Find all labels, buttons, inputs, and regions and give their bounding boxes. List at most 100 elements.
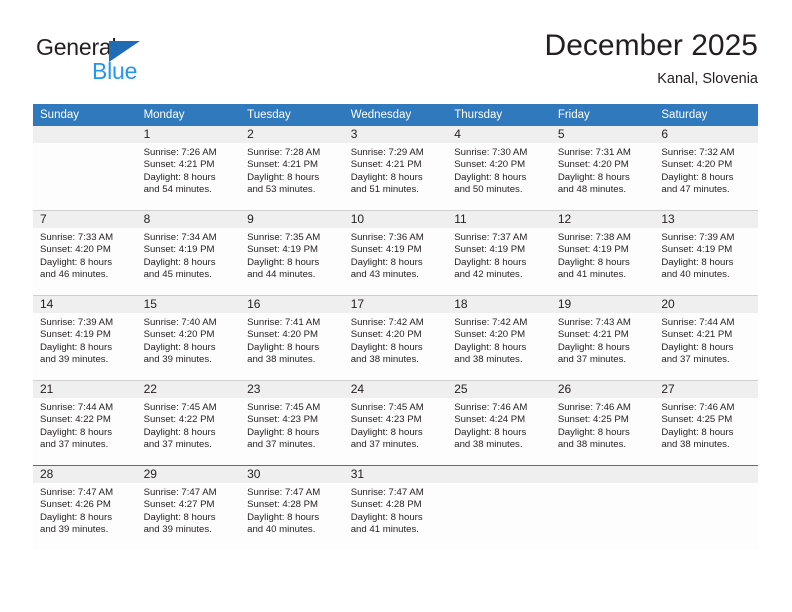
daylight-text-line2: and 38 minutes. (661, 439, 730, 451)
daylight-text-line2: and 41 minutes. (557, 269, 627, 281)
day-cell-content: 29 Sunrise: 7:47 AM Sunset: 4:27 PM Dayligh… (136, 466, 241, 550)
sunrise-text: Sunrise: 7:35 AM (247, 232, 321, 243)
day-number: 15 (136, 296, 241, 313)
daylight-text-line1: Daylight: 8 hours (557, 341, 630, 353)
day-cell-content: 21 Sunrise: 7:44 AM Sunset: 4:22 PM Dayligh… (33, 381, 137, 465)
calendar-day-cell[interactable]: 10 Sunrise: 7:36 AM Sunset: 4:19 PM Dayligh… (343, 210, 448, 296)
calendar-day-cell[interactable]: 25 Sunrise: 7:46 AM Sunset: 4:24 PM Dayligh… (447, 380, 551, 466)
day-cell-content: 25 Sunrise: 7:46 AM Sunset: 4:24 PM Dayligh… (447, 381, 551, 465)
calendar-day-cell[interactable]: 29 Sunrise: 7:47 AM Sunset: 4:27 PM Dayligh… (136, 465, 241, 550)
day-details: Sunrise: 7:39 AM Sunset: 4:19 PM Daylight:… (33, 313, 137, 367)
day-cell-content (33, 126, 137, 210)
day-details: Sunrise: 7:46 AM Sunset: 4:25 PM Daylight:… (551, 398, 655, 452)
day-number: 4 (447, 126, 551, 143)
calendar-day-cell[interactable]: 11 Sunrise: 7:37 AM Sunset: 4:19 PM Dayligh… (447, 210, 551, 296)
daylight-text-line2: and 38 minutes. (454, 354, 523, 366)
daylight-text-line2: and 43 minutes. (350, 269, 419, 281)
calendar-day-cell[interactable]: 17 Sunrise: 7:42 AM Sunset: 4:20 PM Dayligh… (343, 295, 448, 381)
calendar-day-cell[interactable]: 5 Sunrise: 7:31 AM Sunset: 4:20 PM Daylight… (550, 126, 655, 211)
daylight-text-line1: Daylight: 8 hours (557, 426, 630, 438)
day-cell-content: 30 Sunrise: 7:47 AM Sunset: 4:28 PM Dayligh… (240, 466, 344, 550)
calendar-day-cell[interactable]: 26 Sunrise: 7:46 AM Sunset: 4:25 PM Dayligh… (550, 380, 655, 466)
daylight-text-line2: and 53 minutes. (247, 184, 316, 196)
sunset-text: Sunset: 4:19 PM (247, 244, 319, 256)
daylight-text-line1: Daylight: 8 hours (661, 171, 734, 183)
day-cell-content: 26 Sunrise: 7:46 AM Sunset: 4:25 PM Dayligh… (550, 381, 655, 465)
day-details: Sunrise: 7:47 AM Sunset: 4:28 PM Daylight:… (240, 483, 344, 537)
day-details: Sunrise: 7:35 AM Sunset: 4:19 PM Daylight:… (240, 228, 344, 282)
calendar-day-cell[interactable]: 16 Sunrise: 7:41 AM Sunset: 4:20 PM Dayligh… (240, 295, 344, 381)
sunrise-text: Sunrise: 7:46 AM (661, 402, 735, 413)
day-details: Sunrise: 7:42 AM Sunset: 4:20 PM Daylight:… (344, 313, 448, 367)
day-details: Sunrise: 7:47 AM Sunset: 4:26 PM Daylight:… (33, 483, 137, 537)
sunset-text: Sunset: 4:24 PM (454, 414, 526, 426)
day-cell-content: 19 Sunrise: 7:43 AM Sunset: 4:21 PM Dayligh… (550, 296, 655, 380)
day-number: 25 (447, 381, 551, 398)
day-details: Sunrise: 7:42 AM Sunset: 4:20 PM Daylight:… (447, 313, 551, 367)
calendar-day-cell (550, 465, 655, 550)
daylight-text-line1: Daylight: 8 hours (143, 341, 216, 353)
sunrise-text: Sunrise: 7:39 AM (661, 232, 735, 243)
calendar-day-cell[interactable]: 22 Sunrise: 7:45 AM Sunset: 4:22 PM Dayligh… (136, 380, 241, 466)
day-number: 9 (240, 211, 344, 228)
sunrise-text: Sunrise: 7:26 AM (143, 147, 217, 158)
calendar-day-cell[interactable]: 6 Sunrise: 7:32 AM Sunset: 4:20 PM Daylight… (654, 126, 758, 211)
day-cell-content: 2 Sunrise: 7:28 AM Sunset: 4:21 PM Daylight… (240, 126, 344, 210)
calendar-day-cell[interactable]: 24 Sunrise: 7:45 AM Sunset: 4:23 PM Dayligh… (343, 380, 448, 466)
calendar-day-cell[interactable]: 3 Sunrise: 7:29 AM Sunset: 4:21 PM Daylight… (343, 126, 448, 211)
calendar-day-cell[interactable]: 27 Sunrise: 7:46 AM Sunset: 4:25 PM Dayligh… (654, 380, 758, 466)
sunset-text: Sunset: 4:20 PM (661, 159, 733, 171)
calendar-day-cell[interactable]: 4 Sunrise: 7:30 AM Sunset: 4:20 PM Daylight… (447, 126, 551, 211)
daylight-text-line2: and 39 minutes. (40, 354, 109, 366)
calendar-day-cell[interactable]: 14 Sunrise: 7:39 AM Sunset: 4:19 PM Dayligh… (33, 295, 137, 381)
calendar-day-cell[interactable]: 8 Sunrise: 7:34 AM Sunset: 4:19 PM Daylight… (136, 210, 241, 296)
day-details: Sunrise: 7:46 AM Sunset: 4:24 PM Daylight:… (447, 398, 551, 452)
sunrise-text: Sunrise: 7:44 AM (40, 402, 114, 413)
day-cell-content: 10 Sunrise: 7:36 AM Sunset: 4:19 PM Dayligh… (343, 211, 448, 295)
day-number: 18 (447, 296, 551, 313)
calendar-day-cell[interactable]: 1 Sunrise: 7:26 AM Sunset: 4:21 PM Daylight… (136, 126, 241, 211)
sunrise-text: Sunrise: 7:28 AM (247, 147, 321, 158)
sunrise-text: Sunrise: 7:33 AM (40, 232, 114, 243)
sunrise-text: Sunrise: 7:44 AM (661, 317, 735, 328)
daylight-text-line2: and 42 minutes. (454, 269, 523, 281)
daylight-text-line1: Daylight: 8 hours (350, 341, 423, 353)
calendar-day-cell[interactable]: 23 Sunrise: 7:45 AM Sunset: 4:23 PM Dayligh… (240, 380, 344, 466)
sunrise-text: Sunrise: 7:31 AM (557, 147, 631, 158)
sunrise-text: Sunrise: 7:36 AM (350, 232, 424, 243)
day-details: Sunrise: 7:45 AM Sunset: 4:23 PM Daylight:… (240, 398, 344, 452)
day-number: 8 (136, 211, 241, 228)
day-details: Sunrise: 7:28 AM Sunset: 4:21 PM Daylight:… (240, 143, 344, 197)
day-cell-content: 5 Sunrise: 7:31 AM Sunset: 4:20 PM Daylight… (550, 126, 655, 210)
calendar-day-cell[interactable]: 20 Sunrise: 7:44 AM Sunset: 4:21 PM Dayligh… (654, 295, 758, 381)
calendar-day-cell[interactable]: 19 Sunrise: 7:43 AM Sunset: 4:21 PM Dayligh… (550, 295, 655, 381)
day-cell-content: 27 Sunrise: 7:46 AM Sunset: 4:25 PM Dayligh… (654, 381, 758, 465)
calendar-day-cell[interactable]: 28 Sunrise: 7:47 AM Sunset: 4:26 PM Dayligh… (33, 465, 137, 550)
calendar-day-cell[interactable]: 15 Sunrise: 7:40 AM Sunset: 4:20 PM Dayligh… (136, 295, 241, 381)
daylight-text-line2: and 40 minutes. (247, 524, 316, 536)
sunrise-text: Sunrise: 7:47 AM (350, 487, 424, 498)
page-title: December 2025 (544, 29, 758, 62)
calendar-day-cell[interactable]: 7 Sunrise: 7:33 AM Sunset: 4:20 PM Daylight… (33, 210, 137, 296)
calendar-day-cell[interactable]: 13 Sunrise: 7:39 AM Sunset: 4:19 PM Dayligh… (654, 210, 758, 296)
daylight-text-line2: and 50 minutes. (454, 184, 523, 196)
day-number: 27 (654, 381, 758, 398)
calendar-day-cell[interactable]: 31 Sunrise: 7:47 AM Sunset: 4:28 PM Dayligh… (343, 465, 448, 550)
day-number: 17 (343, 296, 448, 313)
calendar-day-cell[interactable]: 2 Sunrise: 7:28 AM Sunset: 4:21 PM Daylight… (240, 126, 344, 211)
daylight-text-line1: Daylight: 8 hours (247, 511, 320, 523)
daylight-text-line1: Daylight: 8 hours (350, 426, 423, 438)
calendar-day-cell[interactable]: 30 Sunrise: 7:47 AM Sunset: 4:28 PM Dayligh… (240, 465, 344, 550)
calendar-day-cell[interactable]: 18 Sunrise: 7:42 AM Sunset: 4:20 PM Dayligh… (447, 295, 551, 381)
day-details: Sunrise: 7:39 AM Sunset: 4:19 PM Daylight:… (654, 228, 758, 282)
day-cell-content: 8 Sunrise: 7:34 AM Sunset: 4:19 PM Daylight… (136, 211, 241, 295)
sunrise-text: Sunrise: 7:45 AM (247, 402, 321, 413)
calendar-day-cell[interactable]: 9 Sunrise: 7:35 AM Sunset: 4:19 PM Daylight… (240, 210, 344, 296)
calendar-day-cell[interactable]: 21 Sunrise: 7:44 AM Sunset: 4:22 PM Dayligh… (33, 380, 137, 466)
sunset-text: Sunset: 4:22 PM (40, 414, 111, 426)
calendar-day-cell[interactable]: 12 Sunrise: 7:38 AM Sunset: 4:19 PM Dayligh… (550, 210, 655, 296)
daylight-text-line2: and 37 minutes. (557, 354, 627, 366)
calendar-week-row: 7 Sunrise: 7:33 AM Sunset: 4:20 PM Daylight… (33, 210, 758, 296)
daylight-text-line2: and 37 minutes. (143, 439, 212, 451)
calendar-page: General Blue December 2025 Kanal, Sloven… (0, 0, 792, 612)
